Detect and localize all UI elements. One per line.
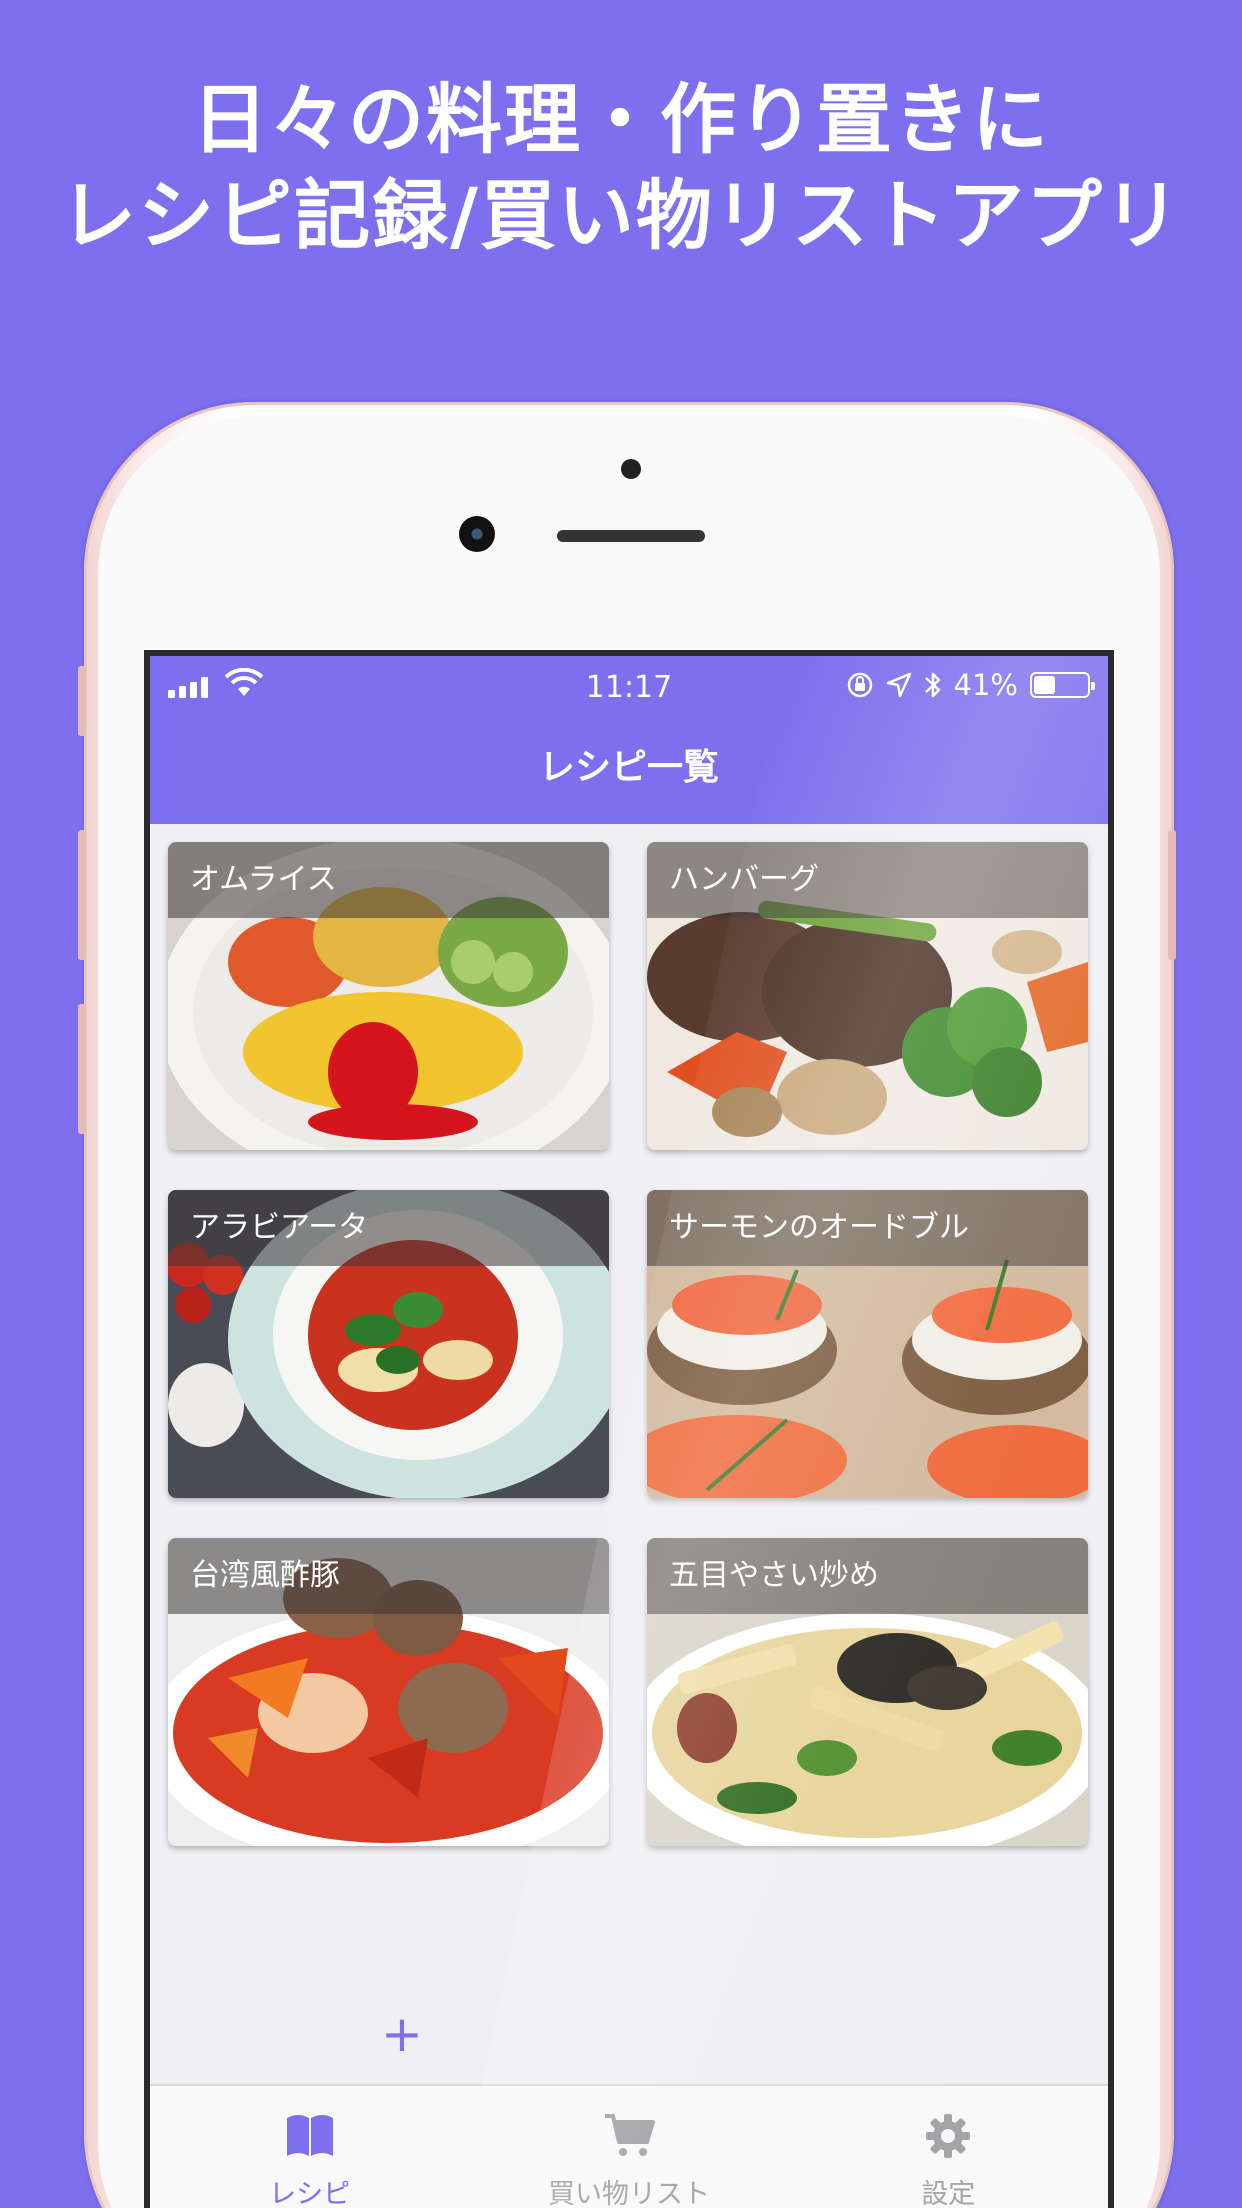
status-right-group: 41% [846,668,1095,702]
status-bar: 11:17 41% [150,656,1108,716]
promo-headline: 日々の料理・作り置きに レシピ記録/買い物リストアプリ [0,72,1242,264]
recipe-card[interactable]: 台湾風酢豚 [168,1538,609,1846]
tab-bar: レシピ 買い物リスト 設定 [150,2084,1108,2208]
tab-settings[interactable]: 設定 [789,2086,1108,2208]
page-title: レシピ一覧 [538,747,719,788]
recipe-card[interactable]: ハンバーグ [647,842,1088,1150]
recipe-name: オムライス [168,842,609,918]
proximity-sensor [621,459,641,479]
mute-switch [78,666,86,736]
tab-label: レシピ [269,2179,351,2208]
volume-down-button [78,1004,86,1134]
tab-shopping-list[interactable]: 買い物リスト [469,2086,788,2208]
navigation-bar: 11:17 41% レシピ一覧 [150,656,1108,824]
front-camera-icon [459,516,495,552]
power-button [1168,830,1176,960]
location-icon [886,672,911,698]
recipe-name: サーモンのオードブル [647,1190,1088,1266]
battery-level-fill [1034,676,1055,694]
cart-icon [604,2114,655,2156]
volume-up-button [78,830,86,960]
add-recipe-button[interactable]: + [372,2004,432,2064]
headline-line-1: 日々の料理・作り置きに [192,75,1050,164]
headline-line-2: レシピ記録/買い物リストアプリ [60,171,1182,260]
recipe-card[interactable]: オムライス [168,842,609,1150]
recipe-card[interactable]: サーモンのオードブル [647,1190,1088,1498]
orientation-lock-icon [847,672,872,698]
recipe-name: 五目やさい炒め [647,1538,1088,1614]
battery-icon [1030,672,1095,698]
recipe-card[interactable]: アラビアータ [168,1190,609,1498]
tab-label: 設定 [921,2179,976,2208]
tab-label: 買い物リスト [547,2179,710,2208]
recipe-grid: オムライス ハンバーグ アラビアータ サーモンのオードブル 台湾風酢豚 五目やさ… [168,842,1090,1846]
app-screen: 11:17 41% レシピ一覧 オムライス ハンバーグ アラビアータ サーモンの… [144,650,1114,2208]
recipe-name: 台湾風酢豚 [168,1538,609,1614]
recipe-card[interactable]: 五目やさい炒め [647,1538,1088,1846]
recipe-name: アラビアータ [168,1190,609,1266]
tab-recipes[interactable]: レシピ [150,2086,469,2208]
battery-percent: 41% [953,668,1018,702]
gear-icon [926,2114,971,2158]
recipe-name: ハンバーグ [647,842,1088,918]
book-icon [286,2115,333,2156]
bluetooth-icon [924,672,940,698]
earpiece-speaker [557,530,705,542]
